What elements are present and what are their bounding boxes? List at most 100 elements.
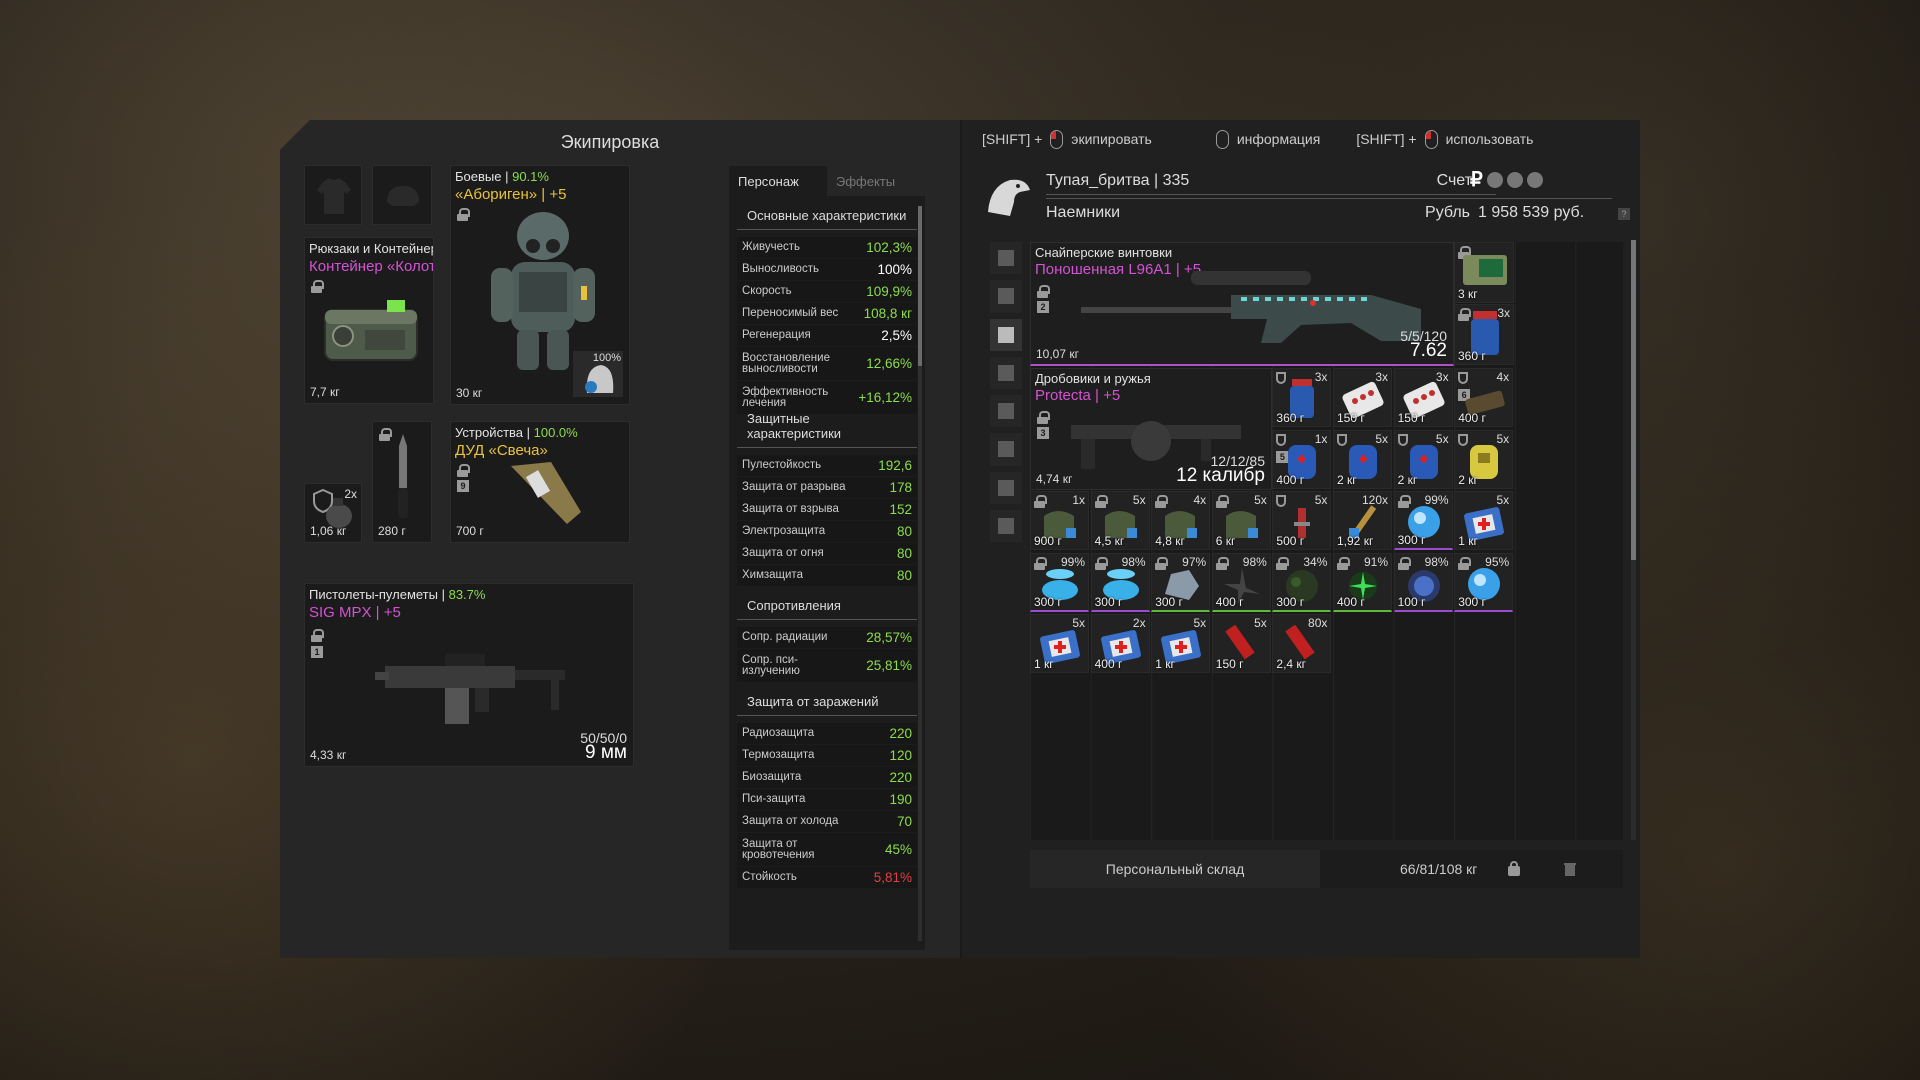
- stash-item[interactable]: 3x 150 г: [1393, 368, 1453, 427]
- trash-icon[interactable]: [1563, 861, 1577, 877]
- stash-item[interactable]: 98% 300 г: [1090, 552, 1150, 612]
- gear-currency-icon[interactable]: [1486, 172, 1503, 188]
- mask-slot[interactable]: [372, 165, 432, 225]
- stat-sections: Основные характеристики Живучесть 102,3% Вы…: [729, 196, 925, 888]
- stat-label: Защита от огня: [742, 547, 824, 559]
- stat-label: Восстановление выносливости: [742, 351, 830, 375]
- item-count: 5x: [1254, 616, 1267, 630]
- item-weight: 1 кг: [1034, 657, 1054, 671]
- item-count: 1x: [1072, 493, 1085, 507]
- stat-label: Переносимый вес: [742, 307, 839, 319]
- filter-grid[interactable]: [990, 318, 1022, 351]
- stash-item[interactable]: 4x 4,8 кг: [1151, 491, 1211, 550]
- device-slot[interactable]: Устройства | 100.0% ДУД «Свеча» 9 700 г: [450, 421, 630, 543]
- control-hints: [SHIFT] + экипировать информация [SHIFT]…: [982, 126, 1533, 152]
- stash-item[interactable]: 5x 2 кг: [1333, 429, 1392, 489]
- filter-ammo[interactable]: [990, 471, 1022, 504]
- stash-item[interactable]: 5x 6 кг: [1211, 491, 1271, 550]
- stat-label: Электрозащита: [742, 525, 826, 537]
- grenade-slot[interactable]: 2x 1,06 кг: [304, 483, 362, 543]
- stash-item[interactable]: 5 1x 400 г: [1272, 429, 1332, 489]
- stash-scrollbar[interactable]: [1631, 240, 1636, 840]
- item-weight: 900 г: [1034, 534, 1062, 548]
- filter-other[interactable]: [990, 509, 1022, 542]
- stash-item[interactable]: 3x 150 г: [1333, 368, 1392, 427]
- stash-item[interactable]: 95% 300 г: [1454, 552, 1514, 612]
- stash-item[interactable]: 5x 150 г: [1211, 614, 1271, 673]
- item-weight: 150 г: [1397, 411, 1426, 425]
- tab-character[interactable]: Персонаж: [729, 166, 827, 196]
- stash-item[interactable]: 5x 1 кг: [1151, 614, 1211, 673]
- ruble-icon[interactable]: ₽: [1470, 170, 1483, 190]
- knife-slot[interactable]: 280 г: [372, 421, 432, 543]
- stash-item[interactable]: 5x 4,5 кг: [1090, 491, 1150, 550]
- item-count: 5x: [1375, 431, 1388, 446]
- shirt-icon: [317, 178, 351, 214]
- smg-caliber: 9 мм: [585, 742, 627, 763]
- stash-item[interactable]: 97% 300 г: [1151, 552, 1211, 612]
- stat-row: Пулестойкость 192,6: [737, 455, 917, 476]
- stat-value: 190: [889, 792, 912, 807]
- item-count: 99%: [1424, 493, 1449, 507]
- stats-panel: Персонаж Эффекты Основные характеристики…: [729, 166, 925, 950]
- stat-value: 220: [889, 770, 912, 785]
- filter-armor[interactable]: [990, 395, 1022, 428]
- stash-item[interactable]: 5x 2 кг: [1454, 429, 1514, 489]
- stat-value: 80: [896, 546, 912, 561]
- stash-item[interactable]: 2x 400 г: [1090, 614, 1150, 673]
- filter-all[interactable]: [990, 242, 1022, 275]
- personal-storage-button[interactable]: Персональный склад: [1030, 850, 1320, 888]
- token-currency-icon[interactable]: [1526, 172, 1543, 188]
- item-weight: 300 г: [1155, 594, 1183, 609]
- help-icon[interactable]: ?: [1618, 208, 1630, 220]
- stash-item[interactable]: 99% 300 г: [1393, 491, 1453, 550]
- stat-row: Защита от разрыва 178: [737, 477, 917, 498]
- stash-item[interactable]: 98% 100 г: [1393, 552, 1453, 612]
- item-count: 4x: [1496, 370, 1510, 384]
- helmet-subslot[interactable]: 100%: [573, 351, 623, 397]
- stash-item[interactable]: 98% 400 г: [1211, 552, 1271, 612]
- stash-item[interactable]: 34% 300 г: [1272, 552, 1332, 612]
- armor-category-label: Боевые: [455, 169, 502, 184]
- stat-value: 108,8 кг: [863, 306, 912, 321]
- currency-selector[interactable]: ₽: [1470, 170, 1543, 190]
- stat-row: Защита от огня 80: [737, 543, 917, 564]
- stash-item[interactable]: 80x 2,4 кг: [1272, 614, 1332, 673]
- stash-item[interactable]: 5x 1 кг: [1454, 491, 1514, 550]
- filter-medicine[interactable]: [990, 433, 1022, 466]
- tab-effects[interactable]: Эффекты: [827, 166, 925, 196]
- armor-slot[interactable]: Боевые | 90.1% «Абориген» | +5 100% 30 к…: [450, 165, 630, 405]
- stat-row: Стойкость 5,81%: [737, 867, 917, 888]
- stash-item[interactable]: 3x 360 г: [1272, 368, 1332, 427]
- stat-label: Химзащита: [742, 569, 803, 581]
- player-faction: Наемники: [1046, 204, 1121, 221]
- smg-slot[interactable]: Пистолеты-пулеметы | 83.7% SIG MPX | +5 …: [304, 583, 634, 767]
- filter-favorites[interactable]: [990, 280, 1022, 313]
- filter-weapons[interactable]: [990, 356, 1022, 389]
- stash-item[interactable]: 1x 900 г: [1030, 491, 1089, 550]
- item-count: 98%: [1242, 554, 1267, 569]
- shirt-slot[interactable]: [304, 165, 362, 225]
- stats-scrollbar[interactable]: [918, 206, 922, 941]
- jar-item[interactable]: 3x 360 г: [1454, 304, 1514, 365]
- item-count: 5x: [1254, 493, 1267, 507]
- stash-item[interactable]: 6 4x 400 г: [1454, 368, 1514, 427]
- item-weight: 2,4 кг: [1276, 657, 1307, 671]
- item-weight: 360 г: [1458, 349, 1486, 363]
- stat-row: Переносимый вес 108,8 кг: [737, 303, 917, 324]
- stash-item[interactable]: 99% 300 г: [1030, 552, 1089, 612]
- stash-item[interactable]: 120x 1,92 кг: [1333, 491, 1392, 550]
- shotgun-category: Дробовики и ружья: [1035, 371, 1151, 386]
- item-count: 4x: [1193, 493, 1207, 507]
- sniper-rifle-item[interactable]: Снайперские винтовки Поношенная L96A1 | …: [1030, 242, 1454, 366]
- shotgun-item[interactable]: Дробовики и ружья Protecta | +5 3 12/12/…: [1030, 368, 1272, 490]
- stash-item[interactable]: 91% 400 г: [1333, 552, 1392, 612]
- coin-currency-icon[interactable]: [1506, 172, 1523, 188]
- stat-label: Пси-защита: [742, 793, 806, 805]
- pda-item[interactable]: 3 кг: [1454, 242, 1514, 303]
- stash-item[interactable]: 5x 2 кг: [1393, 429, 1453, 489]
- item-weight: 300 г: [1034, 594, 1062, 609]
- stash-item[interactable]: 5x 500 г: [1272, 491, 1332, 550]
- backpack-slot[interactable]: Рюкзаки и Контейнеры Контейнер «Колотун»…: [304, 237, 434, 404]
- stash-item[interactable]: 5x 1 кг: [1030, 614, 1089, 673]
